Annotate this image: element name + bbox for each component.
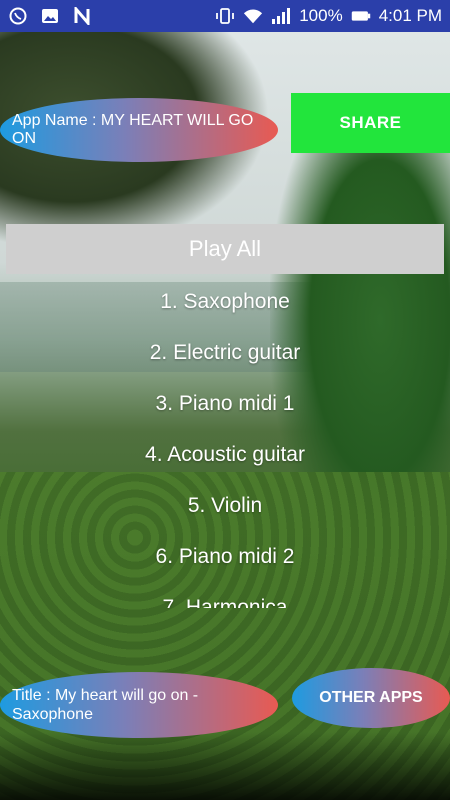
battery-icon — [351, 6, 371, 26]
share-button[interactable]: SHARE — [291, 93, 450, 153]
n-app-icon — [72, 6, 92, 26]
play-all-button[interactable]: Play All — [6, 224, 444, 274]
other-apps-button[interactable]: OTHER APPS — [292, 668, 450, 728]
list-item[interactable]: 6. Piano midi 2 — [0, 531, 450, 582]
list-item[interactable]: 4. Acoustic guitar — [0, 429, 450, 480]
app-name-label: App Name : MY HEART WILL GO ON — [0, 98, 278, 162]
battery-percent: 100% — [299, 6, 343, 25]
wifi-icon — [243, 6, 263, 26]
now-playing-title: Title : My heart will go on - Saxophone — [0, 672, 278, 738]
track-list[interactable]: 1. Saxophone 2. Electric guitar 3. Piano… — [0, 276, 450, 609]
list-item[interactable]: 1. Saxophone — [0, 276, 450, 327]
clock-time: 4:01 PM — [378, 6, 442, 25]
list-item[interactable]: 7. Harmonica — [0, 582, 450, 609]
vibrate-icon — [215, 6, 235, 26]
status-bar: 100% 4:01 PM — [0, 0, 450, 32]
system-icons: 100% 4:01 PM — [215, 6, 442, 26]
list-item[interactable]: 3. Piano midi 1 — [0, 378, 450, 429]
notification-icons — [8, 6, 92, 26]
image-icon — [40, 6, 60, 26]
list-item[interactable]: 2. Electric guitar — [0, 327, 450, 378]
whatsapp-icon — [8, 6, 28, 26]
signal-icon — [271, 6, 291, 26]
list-item[interactable]: 5. Violin — [0, 480, 450, 531]
